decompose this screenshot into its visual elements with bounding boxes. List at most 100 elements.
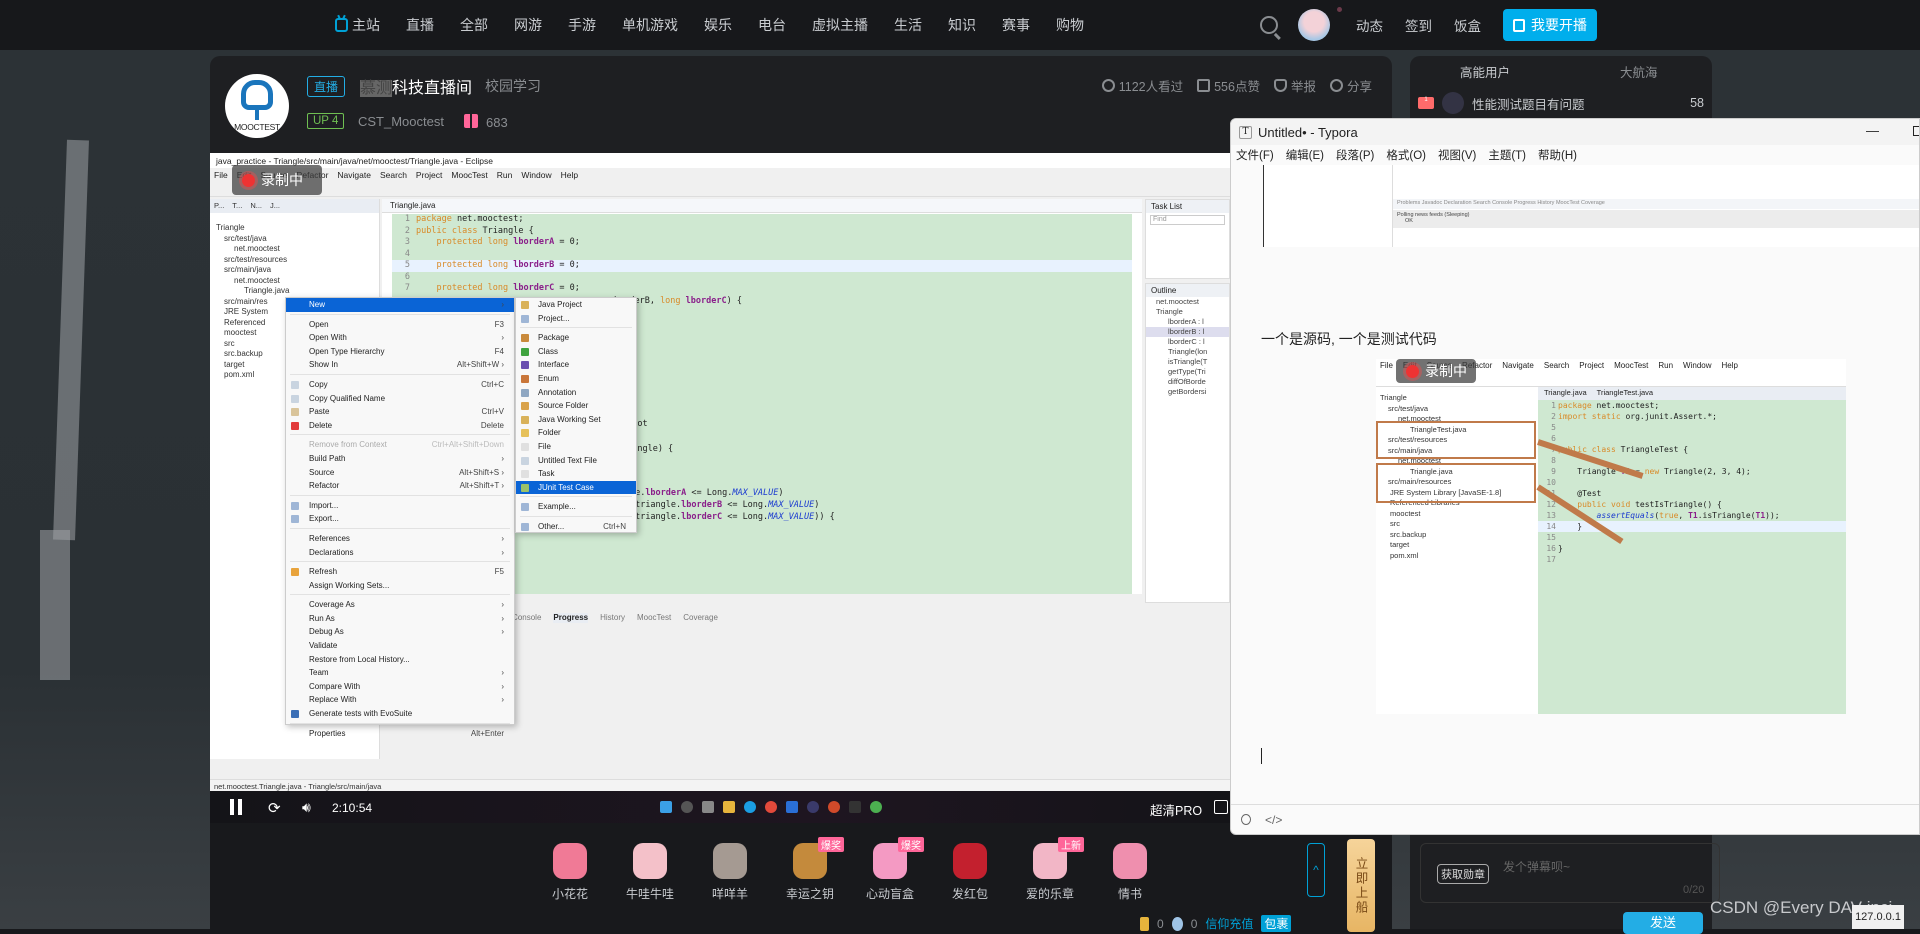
nav-item-11[interactable]: 赛事	[989, 15, 1043, 35]
menu-item-package[interactable]: Package	[516, 331, 636, 345]
gift-item[interactable]: 小花花	[540, 843, 600, 902]
send-button[interactable]: 发送	[1623, 912, 1703, 934]
refresh-icon[interactable]: ⟳	[268, 799, 281, 817]
outline-item[interactable]: lborderA : l	[1146, 317, 1229, 327]
explorer-tab[interactable]: J...	[270, 201, 280, 211]
like-button[interactable]: 556点赞	[1197, 76, 1260, 95]
typora-menu-item[interactable]: 视图(V)	[1438, 147, 1476, 163]
menu-item-copy-qualified-name[interactable]: Copy Qualified Name	[286, 392, 514, 406]
up-name[interactable]: CST_Mooctest	[358, 114, 444, 129]
typora-menu-item[interactable]: 段落(P)	[1336, 147, 1374, 163]
nav-item-0[interactable]: 主站	[322, 15, 393, 35]
menu-item-references[interactable]: References ›	[286, 532, 514, 546]
typora-paragraph[interactable]: 一个是源码, 一个是测试代码	[1261, 329, 1437, 349]
menu-item-untitled-text-file[interactable]: Untitled Text File	[516, 454, 636, 468]
menu-item-export[interactable]: Export...	[286, 512, 514, 526]
danmaku-input[interactable]: 发个弹幕呗~	[1503, 858, 1570, 875]
menu-item-validate[interactable]: Validate	[286, 639, 514, 653]
nav-item-9[interactable]: 生活	[881, 15, 935, 35]
gift-item[interactable]: 爱的乐章 上新	[1020, 837, 1084, 902]
rank-row[interactable]: 1 性能测试题目有问题 58	[1418, 92, 1704, 114]
nav-item-8[interactable]: 虚拟主播	[799, 15, 881, 35]
source-code-icon[interactable]: </>	[1265, 813, 1282, 827]
find-input[interactable]: Find	[1150, 215, 1225, 225]
nav-checkin[interactable]: 签到	[1405, 15, 1432, 35]
maximize-button[interactable]	[1913, 126, 1919, 136]
package-button[interactable]: 包裹	[1261, 915, 1292, 932]
menu-item-open-with[interactable]: Open With ›	[286, 331, 514, 345]
menu-item-enum[interactable]: Enum	[516, 372, 636, 386]
eclipse-menu-item[interactable]: Window	[521, 170, 551, 181]
eclipse-menu-item[interactable]: Search	[380, 170, 407, 181]
tree-item[interactable]: src/test/resources	[210, 255, 379, 266]
menu-item-compare-with[interactable]: Compare With ›	[286, 680, 514, 694]
gift-item[interactable]: 幸运之钥 爆奖	[780, 837, 844, 902]
menu-item-junit-test-case[interactable]: JUnit Test Case	[516, 480, 636, 495]
menu-item-annotation[interactable]: Annotation	[516, 386, 636, 400]
menu-item-show-in[interactable]: Show In Alt+Shift+W ›	[286, 358, 514, 372]
menu-item-class[interactable]: Class	[516, 345, 636, 359]
gift-item[interactable]: 咩咩羊	[700, 843, 760, 902]
minimize-button[interactable]: —	[1866, 123, 1879, 138]
explorer-tab[interactable]: P...	[214, 201, 224, 211]
gift-item[interactable]: 情书	[1100, 843, 1160, 902]
tree-item[interactable]: src/main/java	[210, 265, 379, 276]
pip-icon[interactable]	[1214, 800, 1228, 814]
bottom-tab[interactable]: History	[600, 613, 625, 623]
nav-box[interactable]: 饭盒	[1454, 15, 1481, 35]
typora-menu-item[interactable]: 格式(O)	[1386, 147, 1426, 163]
search-icon[interactable]	[1260, 16, 1278, 34]
menu-item-import[interactable]: Import...	[286, 499, 514, 513]
menu-item-run-as[interactable]: Run As ›	[286, 612, 514, 626]
menu-item-refresh[interactable]: Refresh F5	[286, 565, 514, 579]
outline-item[interactable]: diffOfBorde	[1146, 377, 1229, 387]
share-button[interactable]: 分享	[1329, 76, 1372, 95]
nav-dynamic[interactable]: 动态	[1356, 15, 1383, 35]
outline-item[interactable]: isTriangle(T	[1146, 357, 1229, 367]
typora-menu-item[interactable]: 文件(F)	[1236, 147, 1274, 163]
nav-item-3[interactable]: 网游	[501, 15, 555, 35]
menu-item-interface[interactable]: Interface	[516, 358, 636, 372]
menu-item-restore-from-local-history[interactable]: Restore from Local History...	[286, 653, 514, 667]
menu-item-java-project[interactable]: Java Project	[516, 298, 636, 312]
outline-toggle-icon[interactable]	[1241, 814, 1251, 825]
menu-item-open[interactable]: Open F3	[286, 318, 514, 332]
user-avatar[interactable]	[1298, 7, 1342, 41]
nav-item-5[interactable]: 单机游戏	[609, 15, 691, 35]
nav-item-7[interactable]: 电台	[745, 15, 799, 35]
menu-item-assign-working-sets[interactable]: Assign Working Sets...	[286, 579, 514, 593]
explorer-tab[interactable]: N...	[250, 201, 262, 211]
menu-item-properties[interactable]: Properties Alt+Enter	[286, 727, 514, 741]
outline-item[interactable]: lborderC : l	[1146, 337, 1229, 347]
board-ship-button[interactable]: 立即上船	[1347, 839, 1375, 932]
eclipse-menu-item[interactable]: Run	[497, 170, 513, 181]
menu-item-refactor[interactable]: Refactor Alt+Shift+T ›	[286, 479, 514, 493]
menu-item-other[interactable]: Other... Ctrl+N	[516, 520, 636, 534]
eclipse-menu-item[interactable]: File	[214, 170, 228, 181]
bottom-tab[interactable]: Progress	[553, 613, 589, 623]
menu-item-coverage-as[interactable]: Coverage As ›	[286, 598, 514, 612]
menu-item-delete[interactable]: Delete Delete	[286, 419, 514, 433]
menu-item-open-type-hierarchy[interactable]: Open Type Hierarchy F4	[286, 345, 514, 359]
explorer-tab[interactable]: T...	[232, 201, 242, 211]
eclipse-menu-item[interactable]: Help	[561, 170, 578, 181]
menu-item-project[interactable]: Project...	[516, 312, 636, 326]
menu-item-paste[interactable]: Paste Ctrl+V	[286, 405, 514, 419]
menu-item-file[interactable]: File	[516, 440, 636, 454]
bottom-tab[interactable]: Coverage	[683, 613, 718, 623]
outline-item[interactable]: Triangle(lon	[1146, 347, 1229, 357]
nav-item-12[interactable]: 购物	[1043, 15, 1097, 35]
outline-item[interactable]: getType(Tri	[1146, 367, 1229, 377]
nav-item-1[interactable]: 直播	[393, 15, 447, 35]
volume-icon[interactable]: 🔊︎	[302, 799, 311, 816]
outline-item[interactable]: net.mooctest	[1146, 297, 1229, 307]
menu-item-source[interactable]: Source Alt+Shift+S ›	[286, 466, 514, 480]
menu-item-declarations[interactable]: Declarations ›	[286, 546, 514, 560]
nav-item-4[interactable]: 手游	[555, 15, 609, 35]
menu-item-debug-as[interactable]: Debug As ›	[286, 625, 514, 639]
video-player[interactable]: java_practice - Triangle/src/main/java/n…	[210, 153, 1230, 823]
menu-item-remove-from-context[interactable]: Remove from Context Ctrl+Alt+Shift+Down	[286, 438, 514, 452]
tab-guard[interactable]: 大航海	[1620, 62, 1658, 81]
menu-item-example[interactable]: Example...	[516, 500, 636, 514]
outline-item[interactable]: Triangle	[1146, 307, 1229, 317]
